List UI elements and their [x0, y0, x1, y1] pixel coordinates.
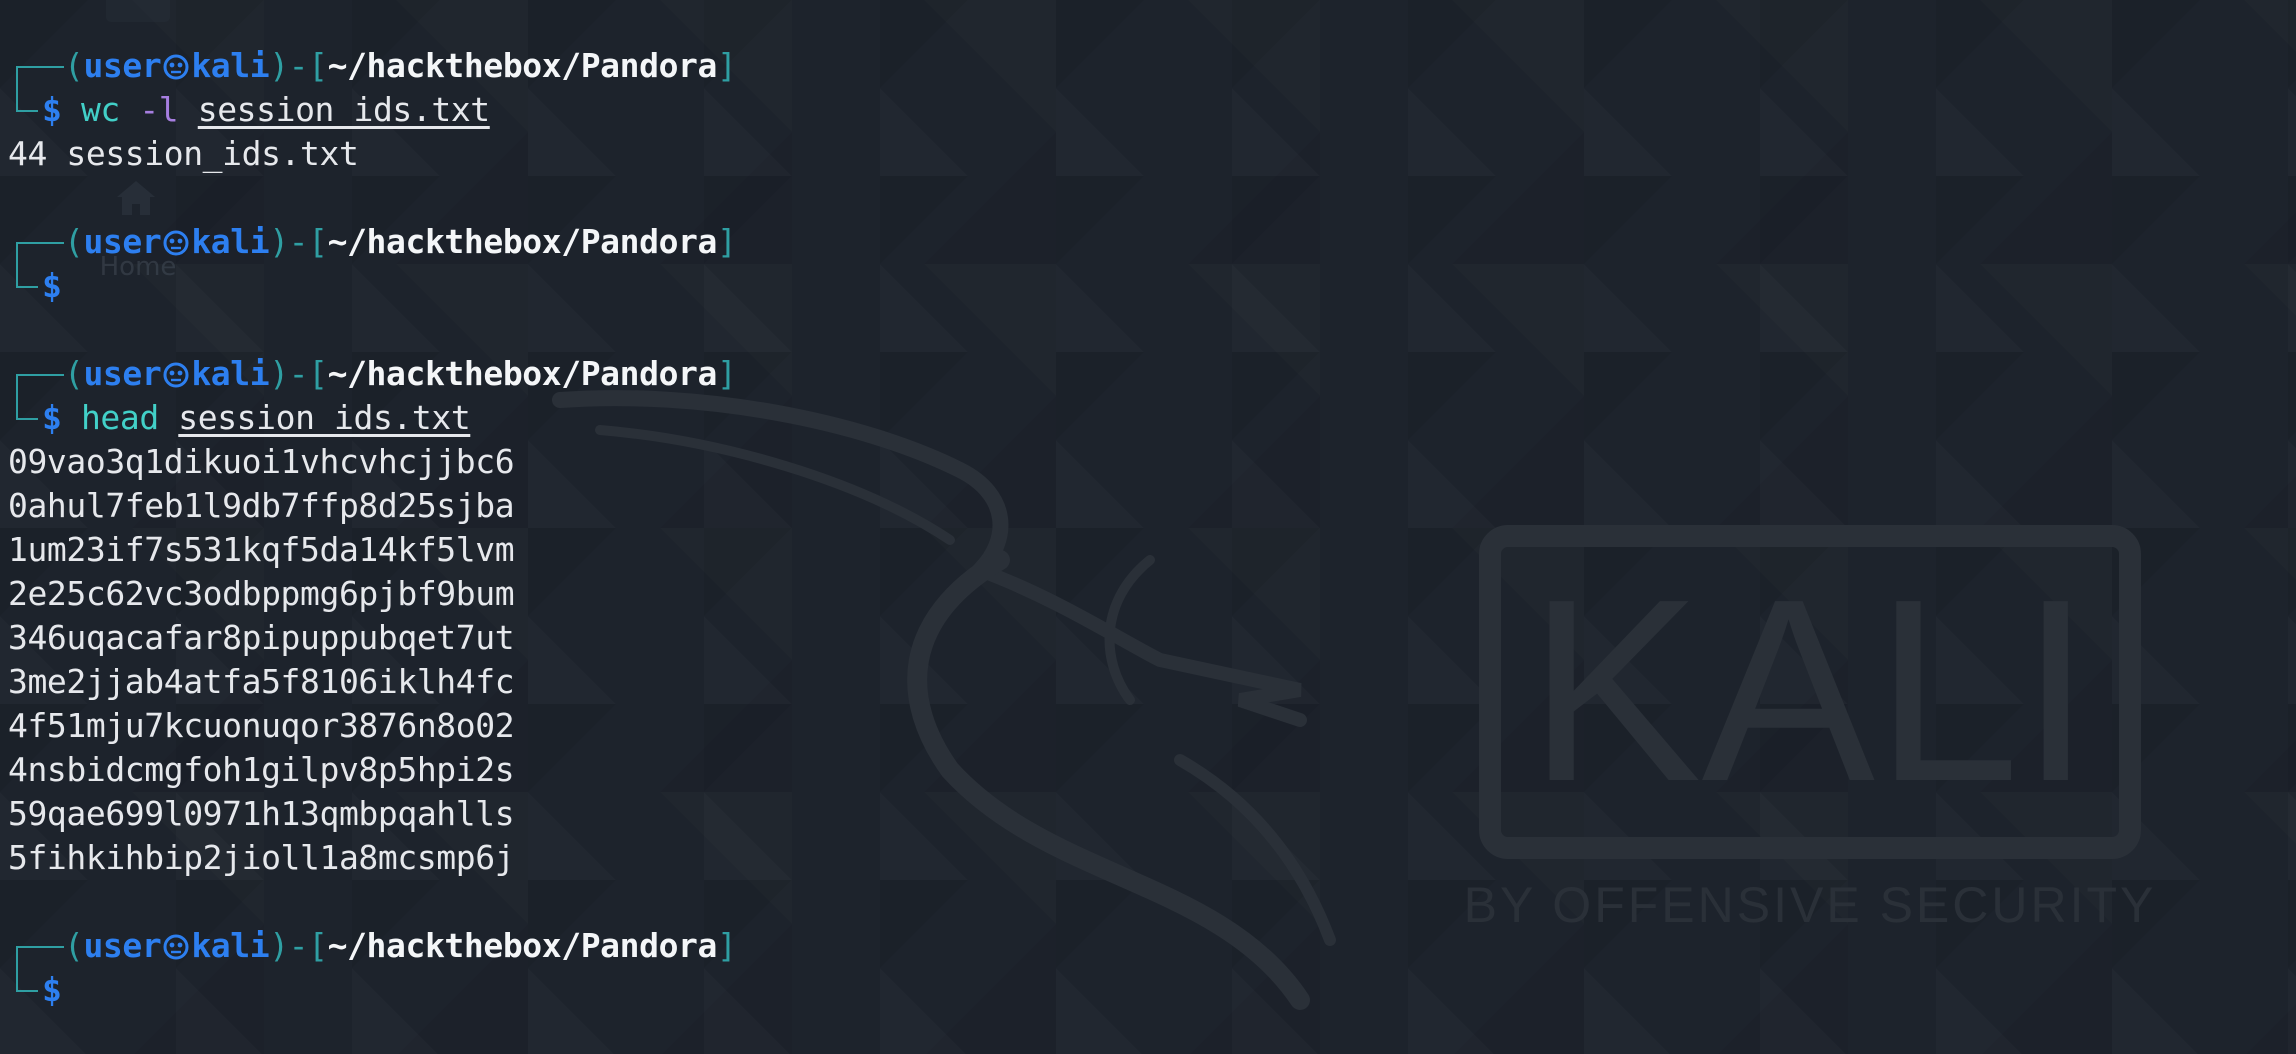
prompt-host: kali	[191, 354, 270, 393]
prompt-header: (user kali)-[~/hackthebox/Pandora]	[8, 220, 737, 264]
prompt-path: ~/hackthebox/Pandora	[327, 46, 718, 85]
command-line[interactable]: $ head session_ids.txt	[8, 396, 736, 440]
terminal-cursor	[61, 971, 75, 1007]
prompt-frame-top	[8, 220, 64, 264]
output-line: 346uqacafar8pipuppubqet7ut	[8, 618, 515, 657]
command-name: head	[80, 398, 159, 437]
prompt-symbol: $	[42, 266, 62, 305]
prompt-path: ~/hackthebox/Pandora	[327, 222, 718, 261]
prompt-frame-top	[8, 44, 64, 88]
command-argument[interactable]: session_ids.txt	[178, 398, 470, 437]
terminal-output[interactable]: (user kali)-[~/hackthebox/Pandora] $ wc -…	[8, 44, 737, 1012]
output-line: 2e25c62vc3odbppmg6pjbf9bum	[8, 574, 515, 613]
prompt-symbol: $	[42, 970, 62, 1009]
output-line: 3me2jjab4atfa5f8106iklh4fc	[8, 662, 515, 701]
output-line: 59qae699l0971h13qmbpqahlls	[8, 794, 515, 833]
prompt-frame-bottom	[8, 968, 42, 1012]
prompt-user: user	[83, 354, 162, 393]
command-flag: -l	[139, 90, 179, 129]
kali-logo-text: KALI	[1528, 546, 2092, 836]
prompt-frame-top	[8, 352, 64, 396]
prompt-user: user	[83, 926, 162, 965]
prompt-frame-bottom	[8, 264, 42, 308]
command-line[interactable]: $ wc -l session_ids.txt	[8, 88, 736, 132]
output-line: 4f51mju7kcuonuqor3876n8o02	[8, 706, 515, 745]
skull-icon	[163, 934, 189, 960]
prompt-header: (user kali)-[~/hackthebox/Pandora]	[8, 924, 737, 968]
prompt-header: (user kali)-[~/hackthebox/Pandora]	[8, 352, 737, 396]
command-name: wc	[80, 90, 120, 129]
prompt-path: ~/hackthebox/Pandora	[327, 354, 718, 393]
prompt-symbol: $	[42, 398, 62, 437]
output-line: 5fihkihbip2jioll1a8mcsmp6j	[8, 838, 515, 877]
prompt-path: ~/hackthebox/Pandora	[327, 926, 718, 965]
command-line[interactable]: $	[8, 264, 736, 308]
prompt-user: user	[83, 222, 162, 261]
skull-icon	[163, 54, 189, 80]
prompt-frame-top	[8, 924, 64, 968]
output-line: 1um23if7s531kqf5da14kf5lvm	[8, 530, 515, 569]
skull-icon	[163, 362, 189, 388]
prompt-host: kali	[191, 926, 270, 965]
prompt-frame-bottom	[8, 396, 42, 440]
command-argument[interactable]: session_ids.txt	[198, 90, 490, 129]
prompt-frame-bottom	[8, 88, 42, 132]
prompt-host: kali	[191, 222, 270, 261]
command-line[interactable]: $	[8, 968, 736, 1012]
output-line: 4nsbidcmgfoh1gilpv8p5hpi2s	[8, 750, 515, 789]
prompt-user: user	[83, 46, 162, 85]
prompt-header: (user kali)-[~/hackthebox/Pandora]	[8, 44, 737, 88]
prompt-symbol: $	[42, 90, 62, 129]
output-line: 0ahul7feb1l9db7ffp8d25sjba	[8, 486, 515, 525]
output-line: 44 session_ids.txt	[8, 134, 359, 173]
skull-icon	[163, 230, 189, 256]
kali-tagline: BY OFFENSIVE SECURITY	[1464, 877, 2157, 933]
output-line: 09vao3q1dikuoi1vhcvhcjjbc6	[8, 442, 515, 481]
prompt-host: kali	[191, 46, 270, 85]
